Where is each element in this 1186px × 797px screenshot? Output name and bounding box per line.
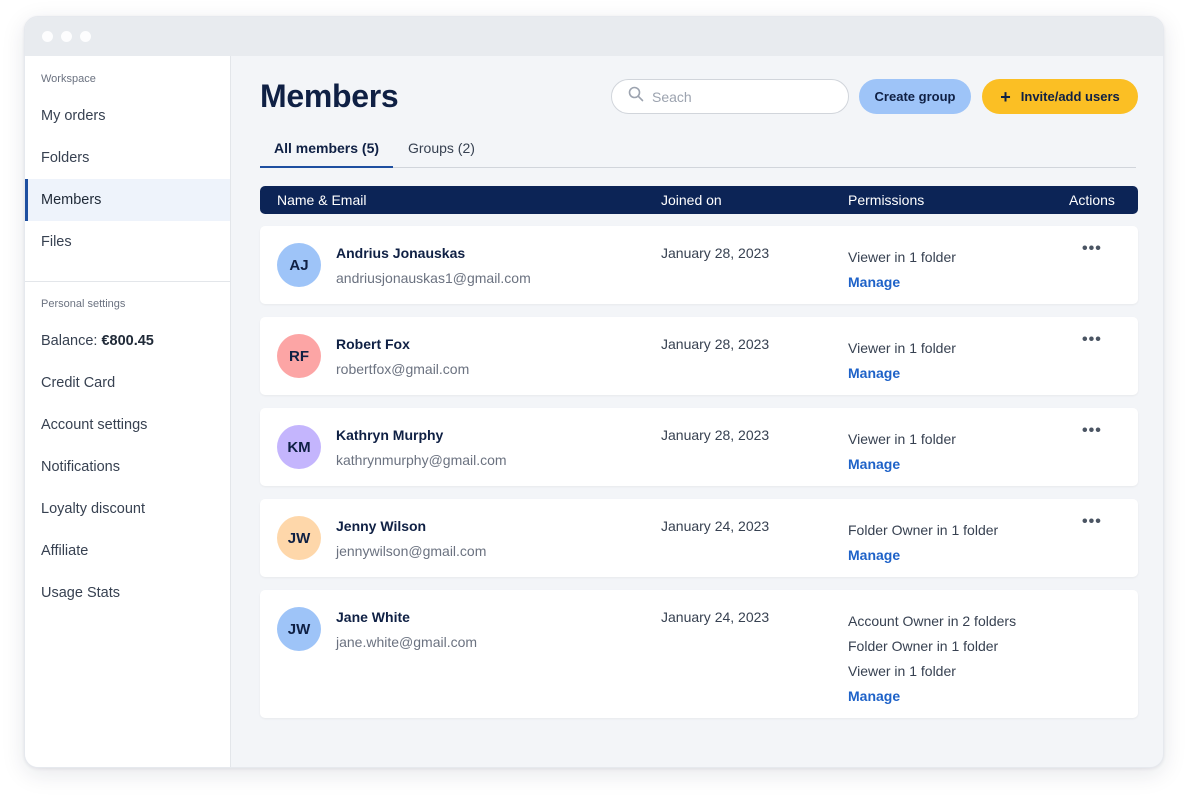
sidebar-item-members[interactable]: Members	[25, 179, 230, 221]
sidebar-item-my-orders[interactable]: My orders	[25, 95, 230, 137]
joined-date: January 28, 2023	[661, 427, 770, 443]
table-row: JW Jenny Wilson jennywilson@gmail.com Ja…	[260, 499, 1138, 577]
sidebar-section-personal: Personal settings	[41, 298, 126, 310]
member-email: kathrynmurphy@gmail.com	[336, 452, 507, 468]
avatar: AJ	[277, 243, 321, 287]
window-titlebar	[25, 17, 1163, 56]
tab-groups[interactable]: Groups (2)	[408, 140, 475, 166]
window-maximize-dot[interactable]	[80, 31, 91, 42]
column-header-joined-on[interactable]: Joined on	[661, 192, 722, 208]
column-header-actions: Actions	[1069, 192, 1115, 208]
avatar: JW	[277, 607, 321, 651]
permission-line: Folder Owner in 1 folder	[848, 638, 999, 654]
manage-link[interactable]: Manage	[848, 543, 998, 568]
sidebar-item-account-settings[interactable]: Account settings	[25, 404, 230, 446]
invite-users-button[interactable]: + Invite/add users	[982, 79, 1138, 114]
balance-label: Balance:	[41, 333, 98, 349]
member-email: jennywilson@gmail.com	[336, 543, 487, 559]
sidebar-item-loyalty-discount[interactable]: Loyalty discount	[25, 488, 230, 530]
search-box[interactable]	[611, 79, 849, 114]
app-window: Workspace My orders Folders Members File…	[24, 16, 1164, 768]
sidebar-item-files[interactable]: Files	[25, 221, 230, 263]
tab-all-members[interactable]: All members (5)	[260, 140, 394, 168]
member-name: Andrius Jonauskas	[336, 245, 466, 261]
avatar: KM	[277, 425, 321, 469]
page-title: Members	[260, 78, 399, 114]
permissions-cell: Viewer in 1 folder Manage	[848, 427, 956, 477]
table-row: AJ Andrius Jonauskas andriusjonauskas1@g…	[260, 226, 1138, 304]
manage-link[interactable]: Manage	[848, 684, 1016, 709]
column-header-permissions[interactable]: Permissions	[848, 192, 924, 208]
sidebar-section-workspace: Workspace	[41, 73, 96, 85]
member-email: andriusjonauskas1@gmail.com	[336, 270, 531, 286]
sidebar-item-folders[interactable]: Folders	[25, 137, 230, 179]
permission-line: Folder Owner in 1 folder	[848, 522, 999, 538]
sidebar-item-notifications[interactable]: Notifications	[25, 446, 230, 488]
member-name: Jenny Wilson	[336, 518, 427, 534]
window-close-dot[interactable]	[42, 31, 53, 42]
member-email: robertfox@gmail.com	[336, 361, 470, 377]
permission-line: Viewer in 1 folder	[848, 249, 956, 265]
joined-date: January 28, 2023	[661, 336, 770, 352]
joined-date: January 28, 2023	[661, 245, 770, 261]
member-name: Jane White	[336, 609, 410, 625]
tab-bar: All members (5) Groups (2)	[260, 132, 1136, 168]
balance-value: €800.45	[101, 333, 154, 349]
member-email: jane.white@gmail.com	[336, 634, 478, 650]
permissions-cell: Viewer in 1 folder Manage	[848, 336, 956, 386]
more-actions-icon[interactable]: •••	[1082, 513, 1102, 531]
member-name: Kathryn Murphy	[336, 427, 444, 443]
permission-line: Viewer in 1 folder	[848, 340, 956, 356]
manage-link[interactable]: Manage	[848, 452, 956, 477]
table-row: KM Kathryn Murphy kathrynmurphy@gmail.co…	[260, 408, 1138, 486]
sidebar-item-balance[interactable]: Balance: €800.45	[25, 320, 230, 362]
main-content: Members Create group + Invite/add users …	[231, 56, 1163, 767]
joined-date: January 24, 2023	[661, 518, 770, 534]
sidebar-divider	[25, 281, 230, 282]
sidebar-item-credit-card[interactable]: Credit Card	[25, 362, 230, 404]
search-icon	[628, 86, 644, 107]
joined-date: January 24, 2023	[661, 609, 770, 625]
permissions-cell: Account Owner in 2 folders Folder Owner …	[848, 609, 1016, 709]
plus-icon: +	[1000, 86, 1011, 107]
window-minimize-dot[interactable]	[61, 31, 72, 42]
permission-line: Viewer in 1 folder	[848, 663, 956, 679]
permissions-cell: Folder Owner in 1 folder Manage	[848, 518, 998, 568]
table-row: RF Robert Fox robertfox@gmail.com Januar…	[260, 317, 1138, 395]
permission-line: Account Owner in 2 folders	[848, 613, 1017, 629]
avatar: RF	[277, 334, 321, 378]
more-actions-icon[interactable]: •••	[1082, 422, 1102, 440]
sidebar-item-affiliate[interactable]: Affiliate	[25, 530, 230, 572]
manage-link[interactable]: Manage	[848, 270, 956, 295]
member-name: Robert Fox	[336, 336, 410, 352]
sidebar-item-usage-stats[interactable]: Usage Stats	[25, 572, 230, 614]
permissions-cell: Viewer in 1 folder Manage	[848, 245, 956, 295]
create-group-button[interactable]: Create group	[859, 79, 971, 114]
column-header-name-email[interactable]: Name & Email	[277, 192, 366, 208]
permission-line: Viewer in 1 folder	[848, 431, 956, 447]
search-input[interactable]	[652, 88, 832, 105]
more-actions-icon[interactable]: •••	[1082, 240, 1102, 258]
table-header: Name & Email Joined on Permissions Actio…	[260, 186, 1138, 214]
invite-users-label: Invite/add users	[1020, 89, 1120, 104]
more-actions-icon[interactable]: •••	[1082, 331, 1102, 349]
sidebar: Workspace My orders Folders Members File…	[25, 56, 231, 767]
manage-link[interactable]: Manage	[848, 361, 956, 386]
avatar: JW	[277, 516, 321, 560]
table-row: JW Jane White jane.white@gmail.com Janua…	[260, 590, 1138, 718]
